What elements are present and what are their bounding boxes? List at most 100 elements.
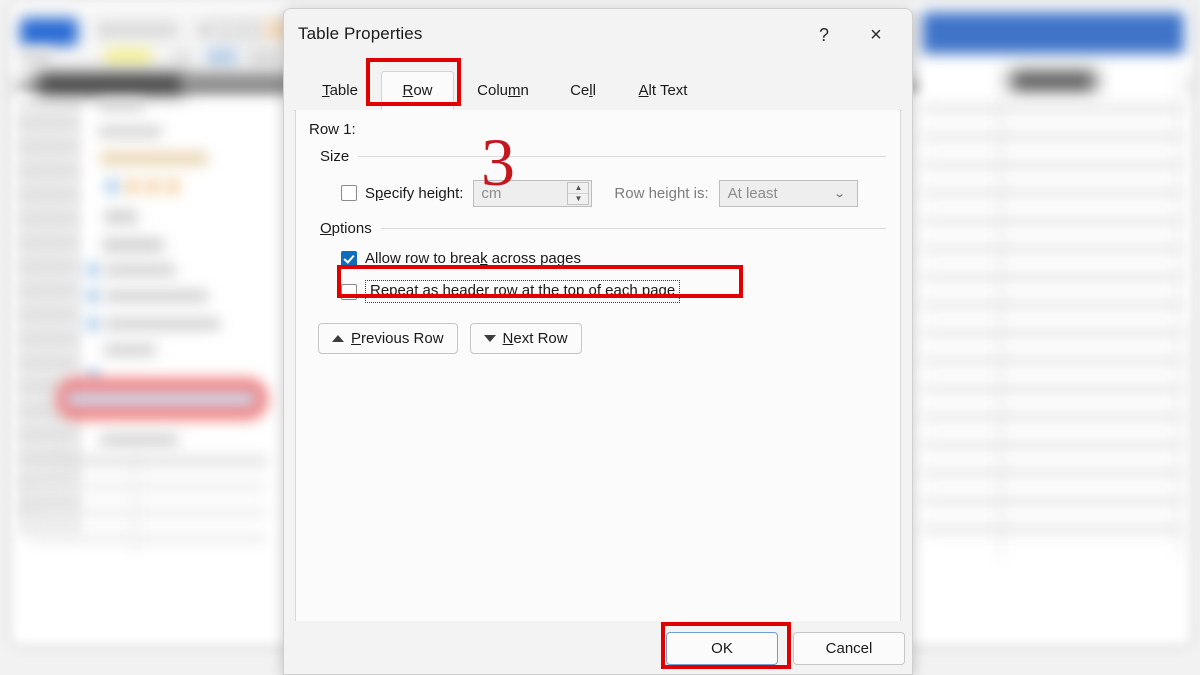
document-table-row	[922, 216, 1184, 226]
triangle-up-icon	[332, 335, 344, 342]
word-title-text	[36, 74, 186, 94]
repeat-header-row-label: Repeat as header row at the top of each …	[370, 282, 676, 299]
tab-row[interactable]: Row	[381, 71, 454, 110]
menu-line	[88, 264, 98, 276]
menu-line	[28, 482, 266, 491]
panel-row	[20, 358, 76, 367]
previous-row-label: Previous Row	[351, 330, 444, 347]
size-group-rule	[358, 156, 886, 157]
row-height-is-label: Row height is:	[614, 184, 709, 202]
specify-height-label: Specify height:	[365, 184, 464, 202]
ribbon-chip	[248, 48, 282, 66]
document-table-row	[922, 440, 1184, 450]
ribbon-chip	[206, 48, 238, 66]
menu-line	[98, 100, 144, 110]
menu-line	[98, 126, 162, 137]
panel-row	[20, 142, 76, 151]
menu-line	[88, 290, 98, 302]
menu-line	[102, 238, 164, 252]
document-table-row	[922, 244, 1184, 254]
menu-line	[28, 508, 266, 517]
next-row-button[interactable]: Next Row	[469, 323, 582, 354]
allow-row-break-label: Allow row to break across pages	[365, 250, 581, 267]
menu-line	[104, 290, 208, 302]
document-table-header	[922, 12, 1184, 54]
word-title-text	[186, 76, 292, 90]
tab-table-label: Table	[322, 82, 358, 99]
height-value: cm	[481, 184, 502, 202]
dialog-tabstrip: Table Row Column Cell Alt Text	[284, 61, 912, 111]
repeat-header-row-focus-ring: Repeat as header row at the top of each …	[365, 280, 681, 303]
repeat-header-row-checkbox[interactable]	[341, 283, 357, 300]
table-properties-dialog: Table Properties ? × Table Row Column Ce…	[283, 8, 913, 675]
document-table-title	[1010, 72, 1096, 90]
menu-line	[104, 344, 156, 356]
ribbon-chip	[96, 22, 178, 38]
tab-cell[interactable]: Cell	[552, 71, 614, 110]
spinner-buttons: ▲ ▼	[567, 181, 590, 205]
specify-height-checkbox[interactable]	[341, 185, 357, 201]
document-table-row	[922, 328, 1184, 338]
tab-column-label: Column	[477, 82, 529, 99]
ribbon-icon	[212, 18, 238, 44]
ribbon-icon	[170, 48, 194, 66]
document-table-divider	[1178, 70, 1180, 560]
help-icon[interactable]: ?	[804, 17, 844, 53]
options-group-rule	[380, 228, 886, 229]
specify-height-row: Specify height: cm ▲ ▼ Row height is: At…	[341, 178, 858, 208]
menu-icon	[166, 180, 179, 193]
menu-icon	[146, 180, 159, 193]
tab-alt-text[interactable]: Alt Text	[619, 71, 707, 110]
allow-row-break-row: Allow row to break across pages	[341, 250, 581, 267]
repeat-header-row-row: Repeat as header row at the top of each …	[341, 280, 681, 303]
document-table-row	[922, 300, 1184, 310]
menu-line	[104, 318, 220, 330]
document-table-row	[922, 188, 1184, 198]
tab-alt-text-label: Alt Text	[638, 82, 688, 99]
close-icon[interactable]: ×	[856, 17, 896, 53]
ok-button[interactable]: OK	[666, 632, 778, 665]
document-table-divider	[1000, 70, 1002, 560]
menu-line	[28, 534, 266, 543]
row-number-label: Row 1:	[309, 121, 356, 138]
height-spinner[interactable]: cm ▲ ▼	[473, 179, 593, 207]
spinner-up-icon[interactable]: ▲	[568, 183, 588, 193]
menu-line	[104, 210, 138, 224]
tab-cell-label: Cell	[570, 82, 596, 99]
ribbon-active-tab	[20, 18, 78, 46]
row-navigation-buttons: Previous Row Next Row	[318, 323, 582, 354]
chevron-down-icon: ⌄	[833, 187, 847, 200]
menu-line	[62, 456, 268, 466]
document-table-row	[922, 160, 1184, 170]
document-table-row	[922, 524, 1184, 534]
panel-row	[20, 286, 76, 295]
tab-table[interactable]: Table	[304, 71, 376, 110]
cancel-button[interactable]: Cancel	[793, 632, 905, 665]
document-table-row	[922, 468, 1184, 478]
tab-row-label: Row	[402, 82, 433, 99]
spinner-down-icon[interactable]: ▼	[568, 192, 589, 204]
tab-column[interactable]: Column	[459, 71, 547, 110]
dialog-title: Table Properties	[298, 24, 423, 43]
dialog-titlebar: Table Properties ? ×	[284, 9, 912, 61]
panel-row	[20, 262, 76, 271]
row-height-is-select[interactable]: At least ⌄	[718, 179, 858, 207]
document-table-row	[922, 384, 1184, 394]
row-tab-panel: Row 1: Size Specify height: cm ▲ ▼ Row h…	[295, 110, 901, 623]
document-table-row	[922, 104, 1184, 114]
menu-line	[104, 264, 176, 276]
document-table-row	[922, 496, 1184, 506]
row-height-is-value: At least	[727, 184, 778, 202]
menu-line	[100, 434, 178, 446]
document-table-row	[922, 412, 1184, 422]
panel-row	[20, 238, 76, 247]
panel-row	[20, 118, 76, 127]
menu-icon	[126, 180, 139, 193]
menu-line	[88, 318, 98, 330]
allow-row-break-checkbox[interactable]	[341, 250, 357, 267]
panel-row	[20, 334, 76, 343]
previous-row-button[interactable]: Previous Row	[318, 323, 458, 354]
options-group-label: Options	[320, 220, 372, 237]
panel-row	[20, 310, 76, 319]
panel-row	[20, 166, 76, 175]
